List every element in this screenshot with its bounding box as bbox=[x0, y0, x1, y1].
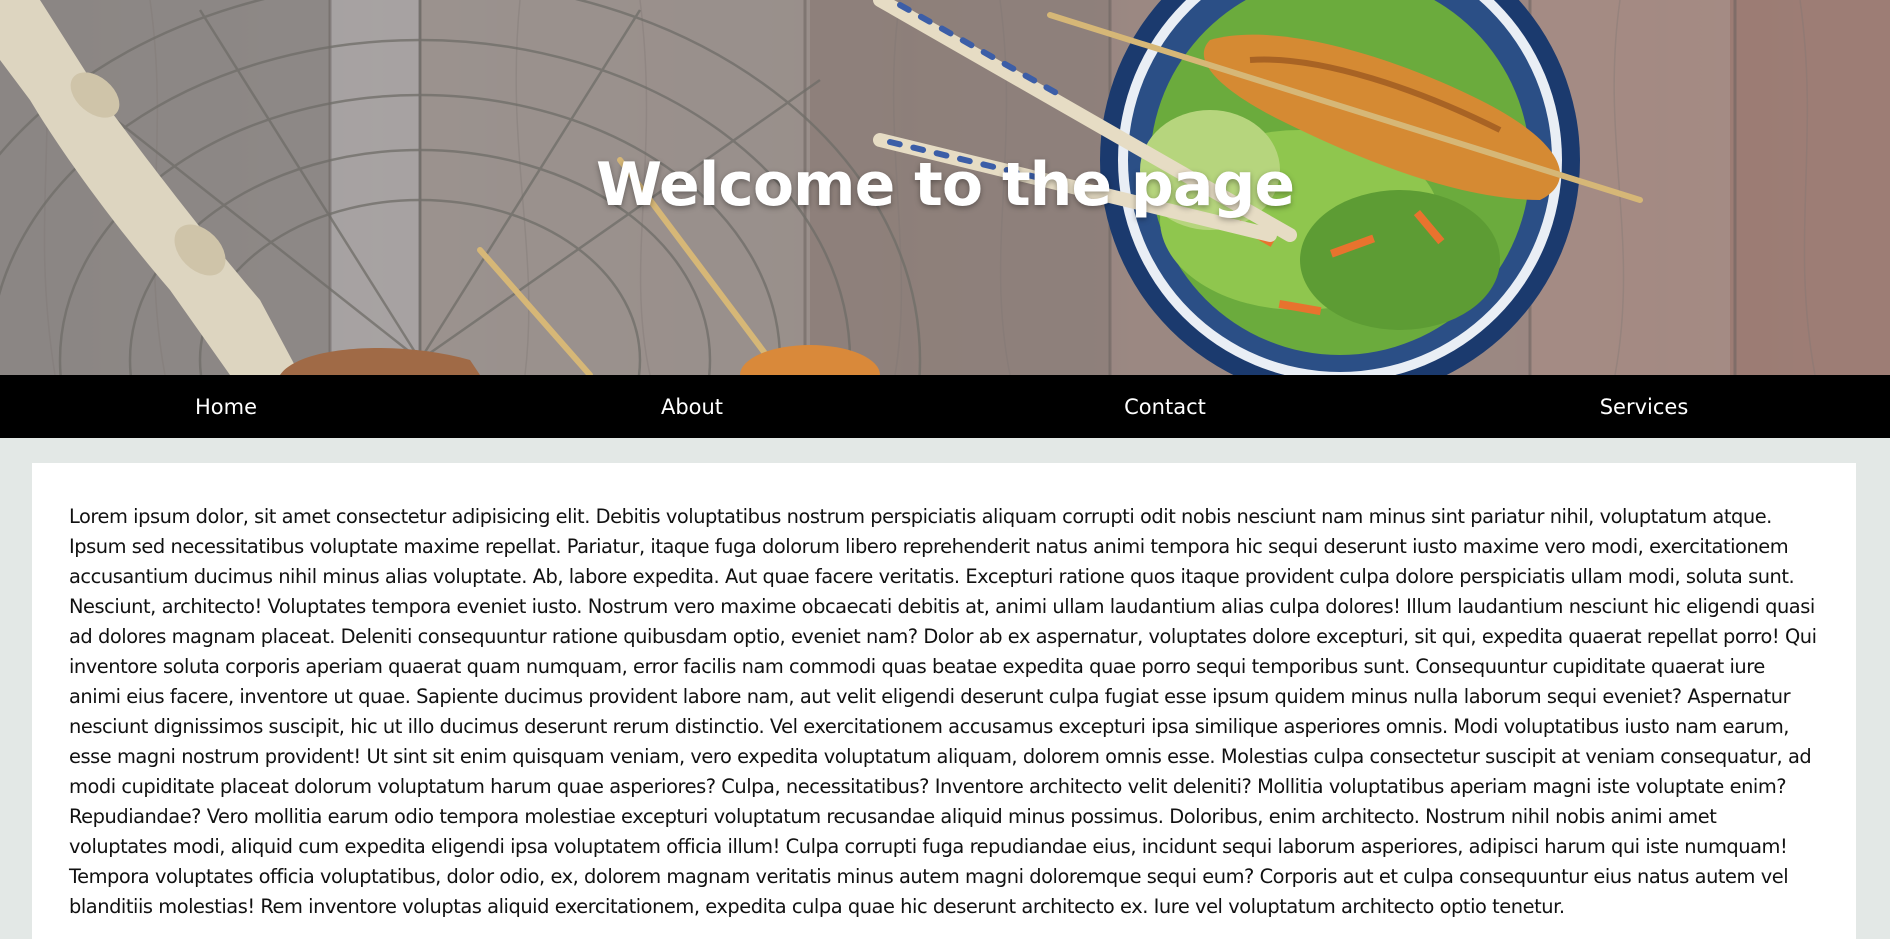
hero-banner: Welcome to the page bbox=[0, 0, 1890, 375]
nav-item-services[interactable]: Services bbox=[1398, 375, 1890, 438]
nav-item-contact[interactable]: Contact bbox=[932, 375, 1398, 438]
body-paragraph: Lorem ipsum dolor, sit amet consectetur … bbox=[69, 505, 1817, 918]
page-title: Welcome to the page bbox=[595, 150, 1295, 220]
nav-item-about[interactable]: About bbox=[452, 375, 932, 438]
nav-item-home[interactable]: Home bbox=[0, 375, 452, 438]
content-card: Lorem ipsum dolor, sit amet consectetur … bbox=[32, 463, 1856, 939]
main-nav: Home About Contact Services bbox=[0, 375, 1890, 438]
